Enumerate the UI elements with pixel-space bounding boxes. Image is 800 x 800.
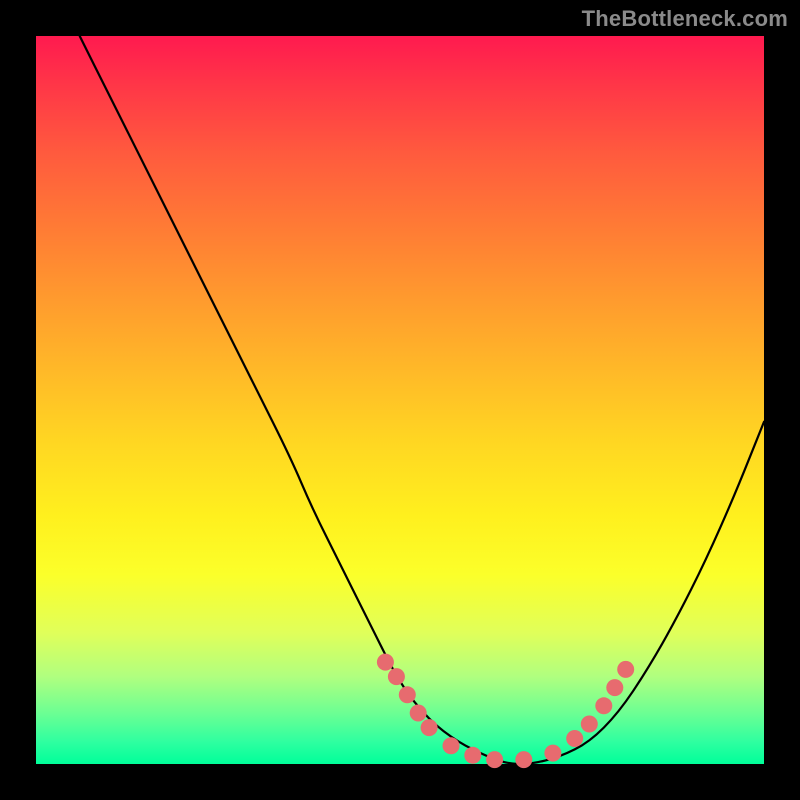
- highlight-bead: [486, 751, 503, 768]
- watermark-text: TheBottleneck.com: [582, 6, 788, 32]
- highlight-bead: [421, 719, 438, 736]
- highlight-bead: [595, 697, 612, 714]
- chart-area: [36, 36, 764, 764]
- highlight-bead: [617, 661, 634, 678]
- highlight-bead: [377, 654, 394, 671]
- bottleneck-curve: [80, 36, 764, 764]
- highlight-bead: [581, 716, 598, 733]
- highlight-bead: [515, 751, 532, 768]
- highlight-bead: [566, 730, 583, 747]
- highlight-bead: [410, 705, 427, 722]
- highlight-bead: [464, 747, 481, 764]
- highlight-bead: [399, 686, 416, 703]
- bottleneck-chart: [36, 36, 764, 764]
- highlight-bead: [443, 737, 460, 754]
- highlight-bead: [388, 668, 405, 685]
- highlight-markers: [377, 654, 634, 769]
- highlight-bead: [544, 745, 561, 762]
- highlight-bead: [606, 679, 623, 696]
